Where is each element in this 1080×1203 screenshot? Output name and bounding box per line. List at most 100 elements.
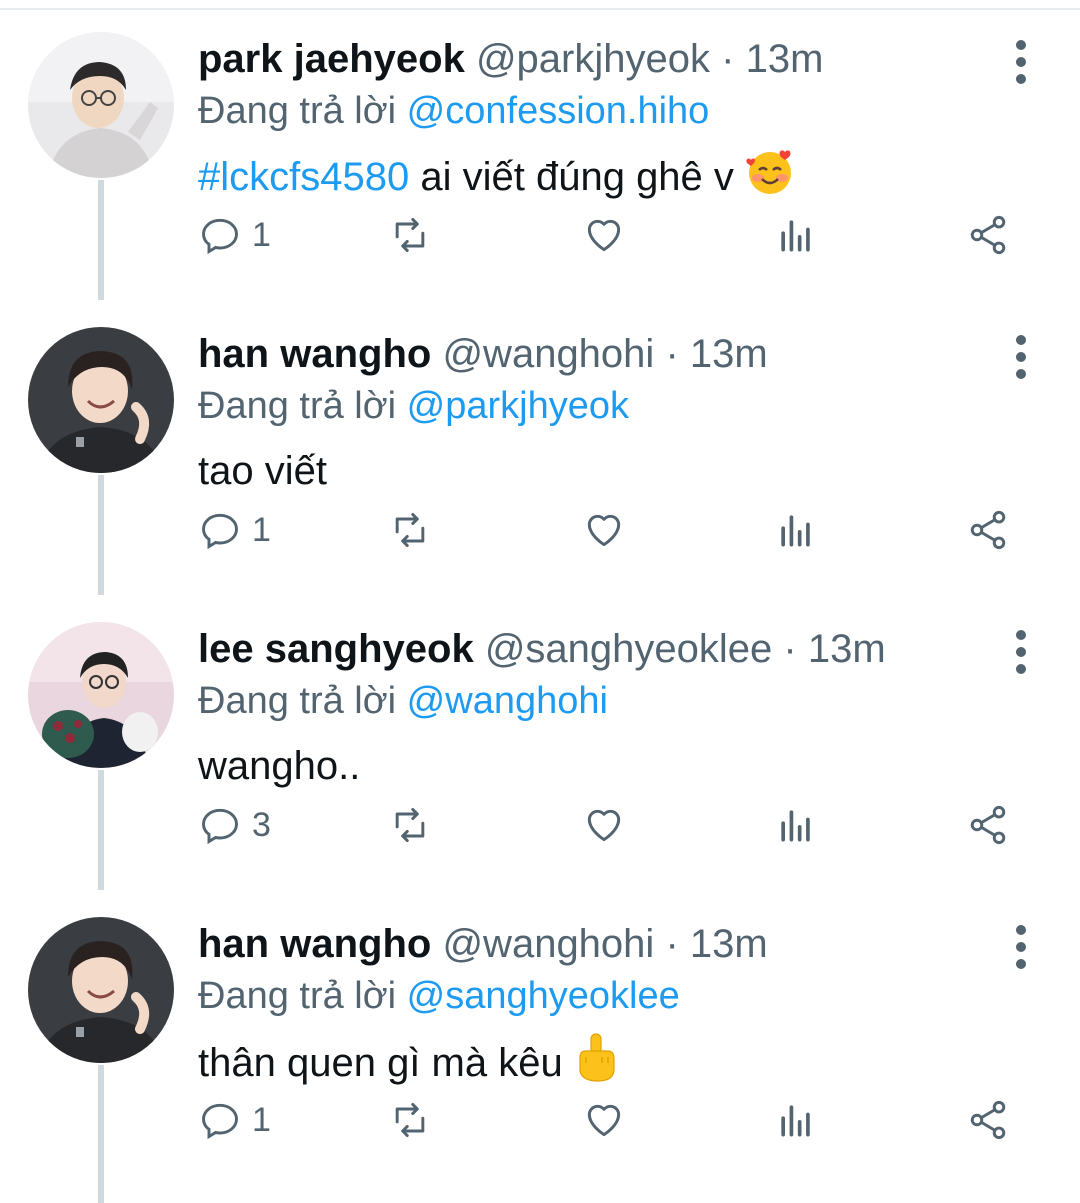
display-name[interactable]: han wangho [198,922,431,966]
views-button[interactable] [774,209,818,261]
tweet-actions: 3 [0,795,1080,855]
display-name[interactable]: lee sanghyeok [198,627,474,671]
tweet[interactable]: han wangho @wanghohi · 13m Đang trả lời … [0,295,1080,590]
share-icon [970,510,1006,550]
share-icon [970,805,1006,845]
tweet[interactable]: han wangho @wanghohi · 13m Đang trả lời … [0,885,1080,1180]
like-button[interactable] [582,799,626,851]
views-icon [781,220,810,252]
reply-prefix: Đang trả lời [198,680,397,722]
reply-button[interactable]: 1 [198,209,271,261]
retweet-icon [395,217,425,253]
more-icon[interactable] [1006,630,1036,674]
retweet-icon [395,1102,425,1138]
reply-mention[interactable]: @confession.hiho [407,90,710,132]
like-icon [587,1104,621,1137]
retweet-icon [395,512,425,548]
tweet-header: han wangho @wanghohi · 13m [198,327,768,381]
separator-dot: · [665,332,679,376]
views-button[interactable] [774,799,818,851]
separator-dot: · [783,627,797,671]
reply-button[interactable]: 1 [198,504,271,556]
avatar[interactable] [28,622,174,768]
reply-count: 1 [252,510,271,549]
retweet-button[interactable] [388,209,432,261]
reply-mention[interactable]: @sanghyeoklee [407,975,680,1017]
replying-to: Đang trả lời @parkjhyeok [198,379,629,433]
share-icon [970,215,1006,255]
timestamp[interactable]: 13m [690,922,768,966]
timestamp[interactable]: 13m [690,332,768,376]
reply-count: 3 [252,805,271,844]
like-icon [587,219,621,252]
like-button[interactable] [582,209,626,261]
share-button[interactable] [966,799,1010,851]
like-icon [587,809,621,842]
separator-dot: · [721,37,735,81]
avatar[interactable] [28,917,174,1063]
more-icon[interactable] [1006,925,1036,969]
tweet[interactable]: lee sanghyeok @sanghyeoklee · 13m Đang t… [0,590,1080,885]
display-name[interactable]: park jaehyeok [198,37,465,81]
share-button[interactable] [966,1094,1010,1146]
views-button[interactable] [774,504,818,556]
replying-to: Đang trả lời @confession.hiho [198,84,709,138]
reply-icon [202,1103,238,1140]
tweet-body: ai viết đúng ghê v [420,155,734,200]
reply-button[interactable]: 1 [198,1094,271,1146]
avatar[interactable] [28,32,174,178]
like-button[interactable] [582,504,626,556]
views-icon [781,1105,810,1137]
replying-to: Đang trả lời @sanghyeoklee [198,969,680,1023]
tweet-body: tao viết [198,449,327,493]
like-icon [587,514,621,547]
retweet-button[interactable] [388,799,432,851]
tweet-header: lee sanghyeok @sanghyeoklee · 13m [198,622,886,676]
tweet-header: han wangho @wanghohi · 13m [198,917,768,971]
like-button[interactable] [582,1094,626,1146]
views-icon [781,810,810,842]
avatar[interactable] [28,327,174,473]
reply-count: 1 [252,215,271,254]
tweet-text: #lckcfs4580 ai viết đúng ghê v [198,146,795,213]
views-button[interactable] [774,1094,818,1146]
share-icon [970,1100,1006,1140]
tweet-text: tao viết [198,441,327,501]
replying-to: Đang trả lời @wanghohi [198,674,608,728]
more-icon[interactable] [1006,335,1036,379]
retweet-button[interactable] [388,1094,432,1146]
tweet[interactable]: park jaehyeok @parkjhyeok · 13m Đang trả… [0,0,1080,295]
reply-prefix: Đang trả lời [198,385,397,427]
tweet-actions: 1 [0,500,1080,560]
user-handle[interactable]: @wanghohi [442,332,654,376]
tweet-actions: 1 [0,1090,1080,1150]
reply-icon [202,218,238,255]
views-icon [781,515,810,547]
separator-dot: · [665,922,679,966]
timestamp[interactable]: 13m [808,627,886,671]
share-button[interactable] [966,209,1010,261]
reply-prefix: Đang trả lời [198,90,397,132]
reply-icon [202,808,238,845]
reply-button[interactable]: 3 [198,799,271,851]
user-handle[interactable]: @wanghohi [442,922,654,966]
tweet-actions: 1 [0,205,1080,265]
tweet-header: park jaehyeok @parkjhyeok · 13m [198,32,823,86]
reply-count: 1 [252,1100,271,1139]
more-icon[interactable] [1006,40,1036,84]
reply-mention[interactable]: @wanghohi [407,680,608,722]
smiling-face-with-hearts-icon [745,146,795,213]
reply-icon [202,513,238,550]
user-handle[interactable]: @parkjhyeok [476,37,710,81]
timestamp[interactable]: 13m [746,37,824,81]
reply-mention[interactable]: @parkjhyeok [407,385,629,427]
hashtag[interactable]: #lckcfs4580 [198,155,409,199]
user-handle[interactable]: @sanghyeoklee [485,627,772,671]
tweet-body: wangho.. [198,744,361,788]
tweet-body: thân quen gì mà kêu [198,1041,563,1086]
retweet-button[interactable] [388,504,432,556]
tweet-text: wangho.. [198,736,360,796]
reply-prefix: Đang trả lời [198,975,397,1017]
share-button[interactable] [966,504,1010,556]
display-name[interactable]: han wangho [198,332,431,376]
